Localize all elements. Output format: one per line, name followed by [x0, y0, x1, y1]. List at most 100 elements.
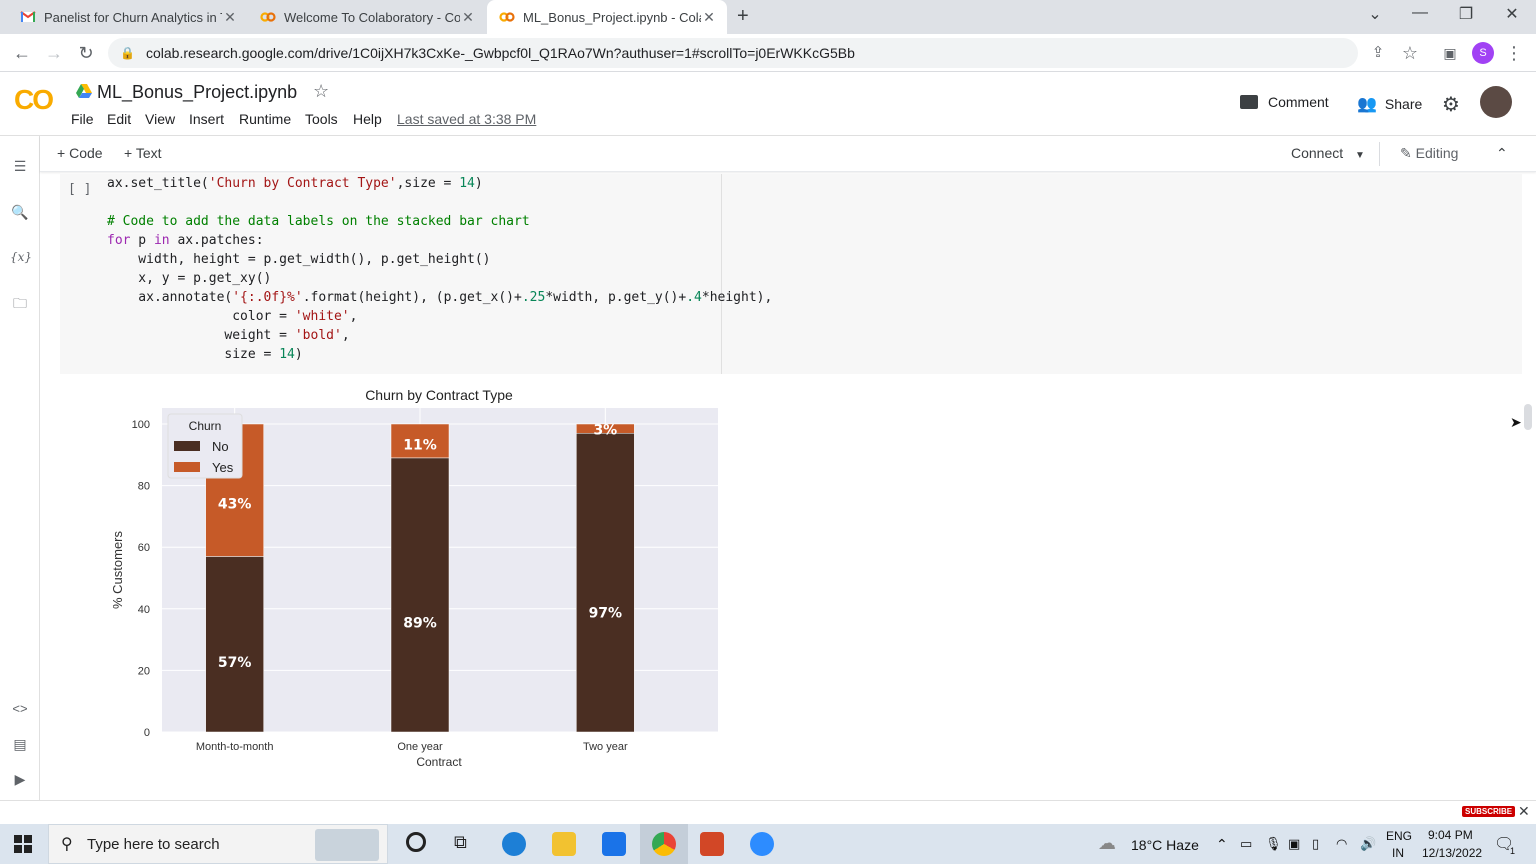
menu-file[interactable]: File — [71, 111, 94, 127]
variables-icon[interactable]: {x} — [10, 247, 32, 267]
browser-menu-icon[interactable]: ⋮ — [1502, 41, 1526, 65]
command-palette-icon[interactable]: ▤ — [10, 734, 30, 754]
mail-icon[interactable] — [602, 832, 626, 856]
powerpoint-icon[interactable] — [700, 832, 724, 856]
tray-device-icon[interactable]: ▭ — [1240, 836, 1252, 852]
colab-logo[interactable]: CO — [14, 84, 54, 116]
share-label: Share — [1384, 96, 1423, 112]
drive-icon — [76, 84, 92, 98]
browser-tab-title: Panelist for Churn Analytics in Te — [44, 9, 222, 25]
sidepanel-icon[interactable]: ▣ — [1438, 41, 1462, 65]
connect-button[interactable]: Connect ▼ — [1291, 145, 1365, 161]
code-snippets-icon[interactable]: <> — [10, 699, 30, 719]
windows-start-icon[interactable] — [14, 835, 32, 853]
browser-tab-strip: Panelist for Churn Analytics in Te ✕ Wel… — [0, 0, 1536, 34]
volume-icon[interactable]: 🔊 — [1360, 836, 1376, 852]
code-line[interactable]: ax.annotate('{:.0f}%'.format(height), (p… — [107, 290, 772, 305]
last-saved-link[interactable]: Last saved at 3:38 PM — [397, 111, 536, 127]
terminal-icon[interactable]: ▶ — [10, 769, 30, 789]
status-strip: SUBSCRIBE ✕ — [0, 800, 1536, 824]
code-line[interactable]: color = 'white', — [107, 309, 357, 324]
code-line[interactable]: x, y = p.get_xy() — [107, 271, 271, 286]
restore-button[interactable]: ❐ — [1451, 4, 1481, 24]
new-tab-button[interactable]: + — [737, 5, 749, 28]
reload-icon[interactable]: ↻ — [74, 41, 98, 65]
clock-time[interactable]: 9:04 PM — [1428, 828, 1473, 842]
subscribe-badge[interactable]: SUBSCRIBE — [1462, 806, 1516, 817]
code-line[interactable]: # Code to add the data labels on the sta… — [107, 214, 530, 229]
data-label: 57% — [218, 655, 252, 671]
language-bottom[interactable]: IN — [1392, 846, 1404, 860]
bookmark-star-icon[interactable]: ☆ — [1398, 41, 1422, 65]
y-tick-label: 20 — [138, 665, 150, 677]
close-icon[interactable]: ✕ — [701, 9, 717, 26]
code-line[interactable]: width, height = p.get_width(), p.get_hei… — [107, 252, 490, 267]
url-input[interactable]: 🔒 colab.research.google.com/drive/1C0ijX… — [108, 38, 1358, 68]
code-cell[interactable] — [60, 174, 1522, 374]
window-close-button[interactable]: ✕ — [1497, 4, 1527, 24]
taskbar-search-input[interactable]: ⚲ Type here to search — [48, 824, 388, 864]
menu-runtime[interactable]: Runtime — [239, 111, 291, 127]
editing-button[interactable]: ✎ Editing — [1400, 145, 1458, 162]
table-of-contents-icon[interactable]: ☰ — [10, 156, 30, 176]
folder-icon[interactable]: 🗀 — [10, 293, 30, 313]
code-line[interactable]: for p in ax.patches: — [107, 233, 264, 248]
menu-view[interactable]: View — [145, 111, 175, 127]
data-label: 11% — [403, 437, 437, 453]
scrollbar-thumb[interactable] — [1524, 404, 1532, 430]
y-tick-label: 100 — [132, 419, 150, 431]
close-icon[interactable]: ✕ — [460, 9, 476, 26]
mouse-cursor-icon: ➤ — [1510, 414, 1522, 430]
taskbar-search-placeholder: Type here to search — [87, 835, 220, 853]
forward-icon[interactable]: → — [42, 41, 66, 65]
code-line[interactable]: ax.set_title('Churn by Contract Type',si… — [107, 176, 483, 191]
user-avatar[interactable] — [1480, 86, 1512, 118]
browser-tab-ml-bonus[interactable]: ML_Bonus_Project.ipynb - Colab ✕ — [487, 0, 727, 34]
menu-edit[interactable]: Edit — [107, 111, 131, 127]
browser-tab-gmail[interactable]: Panelist for Churn Analytics in Te ✕ — [8, 0, 248, 34]
chevron-up-icon[interactable]: ⌃ — [1496, 145, 1508, 162]
chevron-down-icon[interactable]: ⌄ — [1360, 4, 1390, 24]
microphone-icon[interactable]: 🎙 — [1265, 836, 1282, 852]
pencil-icon: ✎ — [1400, 145, 1412, 161]
x-tick-label: Two year — [583, 741, 628, 753]
minimize-button[interactable]: — — [1405, 4, 1435, 22]
chevron-up-icon[interactable]: ⌃ — [1216, 836, 1228, 853]
gear-icon[interactable]: ⚙ — [1442, 92, 1460, 117]
add-code-button[interactable]: + Code — [57, 145, 103, 161]
edge-icon[interactable] — [502, 832, 526, 856]
browser-tab-colab-welcome[interactable]: Welcome To Colaboratory - Cola ✕ — [248, 0, 486, 34]
code-line[interactable]: weight = 'bold', — [107, 328, 349, 343]
star-icon[interactable]: ☆ — [313, 81, 329, 102]
notification-count: 1 — [1510, 846, 1516, 856]
weather-text[interactable]: 18°C Haze — [1131, 837, 1199, 853]
close-icon[interactable]: ✕ — [1518, 803, 1530, 820]
run-cell-indicator[interactable]: [ ] — [68, 182, 91, 197]
task-view-icon[interactable]: ⧉ — [454, 832, 467, 853]
search-icon[interactable]: 🔍 — [10, 202, 30, 222]
file-explorer-icon[interactable] — [552, 832, 576, 856]
clock-date[interactable]: 12/13/2022 — [1422, 846, 1482, 860]
notebook-title[interactable]: ML_Bonus_Project.ipynb — [97, 82, 297, 103]
zoom-icon[interactable] — [750, 832, 774, 856]
display-icon[interactable]: ▣ — [1288, 836, 1300, 852]
profile-avatar[interactable]: S — [1472, 42, 1494, 64]
colab-icon — [499, 12, 515, 22]
menu-insert[interactable]: Insert — [189, 111, 224, 127]
comment-button[interactable]: Comment — [1240, 94, 1329, 110]
menu-help[interactable]: Help — [353, 111, 382, 127]
battery-icon[interactable]: ▯ — [1312, 836, 1319, 852]
share-page-icon[interactable]: ⇪ — [1366, 41, 1390, 65]
close-icon[interactable]: ✕ — [222, 9, 238, 26]
wifi-icon[interactable]: ◠ — [1336, 836, 1347, 852]
code-line[interactable]: size = 14) — [107, 347, 302, 362]
chrome-icon[interactable] — [652, 832, 676, 856]
editing-label: Editing — [1415, 145, 1459, 161]
language-top[interactable]: ENG — [1386, 829, 1412, 843]
cortana-icon[interactable] — [406, 832, 426, 852]
y-tick-label: 60 — [138, 542, 150, 554]
menu-tools[interactable]: Tools — [305, 111, 338, 127]
back-icon[interactable]: ← — [10, 41, 34, 65]
add-text-button[interactable]: + Text — [124, 145, 162, 161]
share-button[interactable]: 👥 Share — [1357, 94, 1422, 114]
